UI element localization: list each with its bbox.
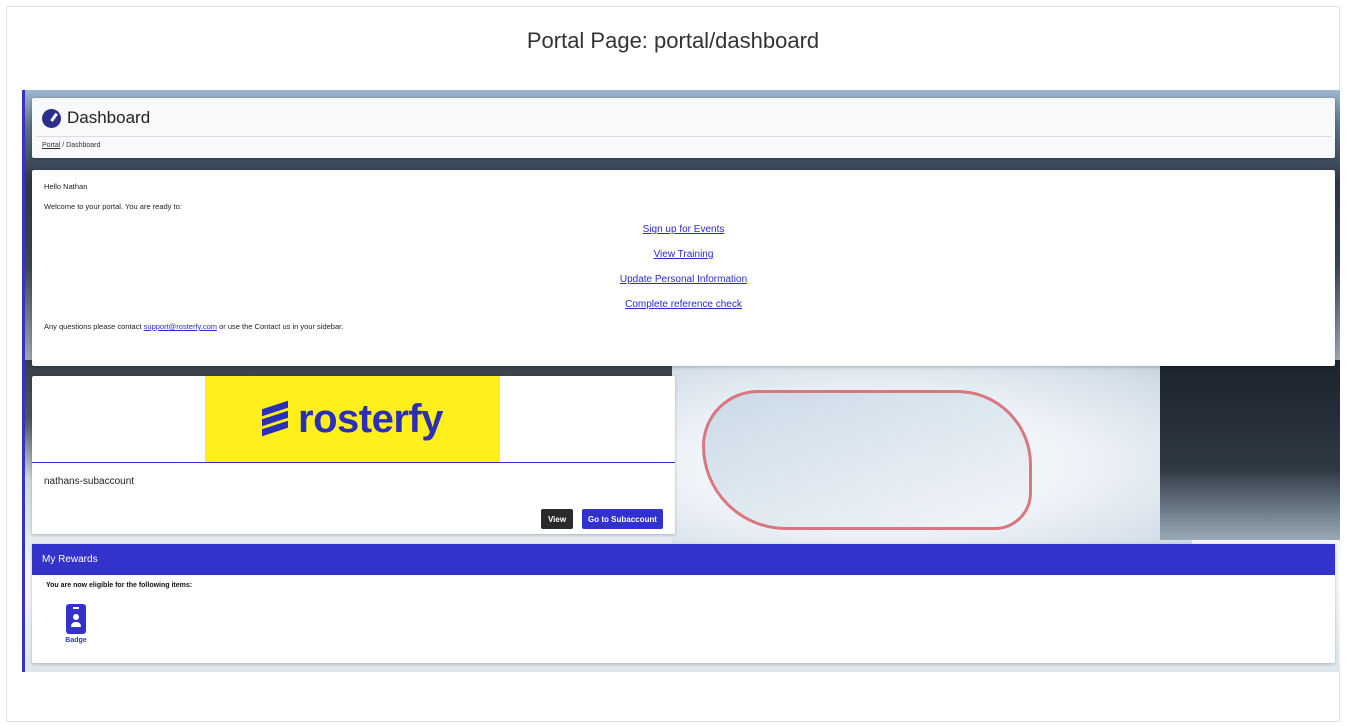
page-title: Portal Page: portal/dashboard bbox=[526, 28, 820, 53]
view-training-link[interactable]: View Training bbox=[32, 249, 1335, 274]
reward-item-badge[interactable]: Badge bbox=[62, 604, 90, 644]
dashboard-icon bbox=[42, 108, 61, 128]
update-personal-info-link[interactable]: Update Personal Information bbox=[32, 274, 1335, 299]
welcome-card: Hello Nathan Welcome to your portal. You… bbox=[32, 170, 1335, 366]
rewards-subtitle: You are now eligible for the following i… bbox=[46, 582, 193, 589]
breadcrumb-portal-link[interactable]: Portal bbox=[42, 142, 60, 149]
welcome-intro: Welcome to your portal. You are ready to… bbox=[44, 202, 182, 211]
greeting: Hello Nathan bbox=[44, 182, 88, 191]
breadcrumb-current: Dashboard bbox=[66, 142, 101, 149]
rewards-title: My Rewards bbox=[32, 544, 1335, 575]
reference-check-link[interactable]: Complete reference check bbox=[32, 299, 1335, 324]
dashboard-title: Dashboard bbox=[42, 108, 150, 128]
reward-item-label: Badge bbox=[65, 637, 87, 644]
rewards-card: My Rewards You are now eligible for the … bbox=[32, 544, 1335, 663]
logo-text: rosterfy bbox=[298, 396, 443, 441]
breadcrumb: Portal / Dashboard bbox=[42, 142, 101, 149]
sign-up-events-link[interactable]: Sign up for Events bbox=[32, 224, 1335, 249]
dashboard-header: Dashboard Portal / Dashboard bbox=[32, 98, 1335, 158]
view-button[interactable]: View bbox=[541, 509, 573, 529]
badge-icon bbox=[66, 604, 86, 634]
go-to-subaccount-button[interactable]: Go to Subaccount bbox=[582, 509, 663, 529]
support-email-link[interactable]: support@rosterfy.com bbox=[144, 322, 217, 331]
rosterfy-logo: rosterfy bbox=[205, 376, 500, 462]
rosterfy-logo-icon bbox=[262, 400, 289, 437]
quick-links: Sign up for Events View Training Update … bbox=[32, 224, 1335, 324]
subaccount-name: nathans-subaccount bbox=[44, 476, 135, 487]
subaccount-card: rosterfy nathans-subaccount View Go to S… bbox=[32, 376, 675, 534]
contact-text: Any questions please contact support@ros… bbox=[44, 322, 344, 331]
